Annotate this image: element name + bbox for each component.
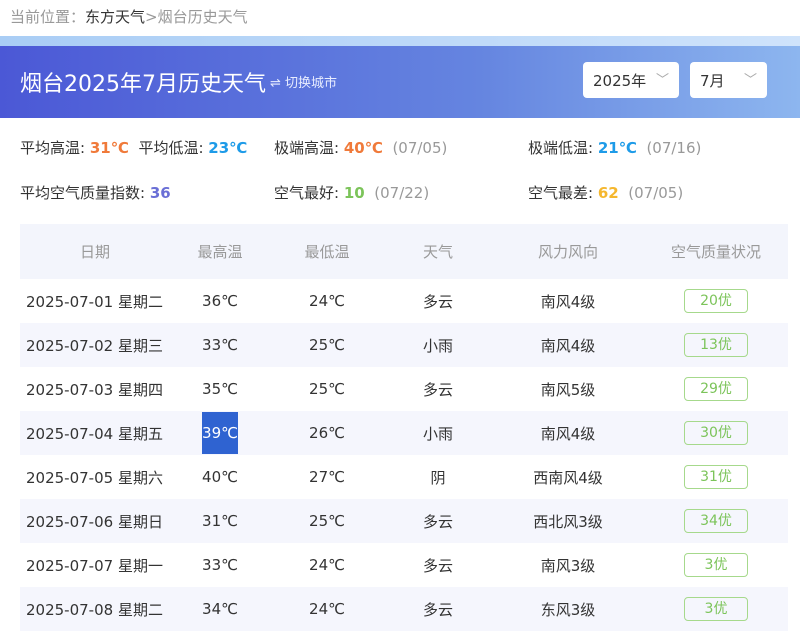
weather-cell: 阴: [384, 455, 492, 499]
low-temp-cell: 24℃: [270, 587, 384, 631]
weather-cell: 多云: [384, 279, 492, 323]
table-row: 2025-07-05 星期六40℃27℃阴西南风4级 31优: [20, 455, 788, 499]
table-row: 2025-07-04 星期五 39℃ 26℃小雨南风4级 30优: [20, 411, 788, 455]
column-header: 天气: [384, 224, 492, 279]
aqi-badge: 30优: [684, 421, 748, 445]
weather-cell: 多云: [384, 543, 492, 587]
table-row: 2025-07-06 星期日31℃25℃多云西北风3级 34优: [20, 499, 788, 543]
column-header: 日期: [20, 224, 170, 279]
table-row: 2025-07-01 星期二36℃24℃多云南风4级 20优: [20, 279, 788, 323]
aqi-cell: 29优: [644, 367, 788, 411]
wind-cell: 东风3级: [492, 587, 644, 631]
aqi-badge: 20优: [684, 289, 748, 313]
low-temp-cell: 26℃: [270, 411, 384, 455]
aqi-cell: 3优: [644, 587, 788, 631]
low-temp-cell: 25℃: [270, 499, 384, 543]
stat-avg-temp: 平均高温: 31℃ 平均低温: 23℃: [20, 137, 247, 158]
wind-cell: 西南风4级: [492, 455, 644, 499]
date-cell: 2025-07-04 星期五: [20, 411, 170, 455]
low-temp-cell: 25℃: [270, 323, 384, 367]
breadcrumb-home-link[interactable]: 东方天气: [85, 8, 145, 26]
aqi-badge: 34优: [684, 509, 748, 533]
weather-cell: 多云: [384, 499, 492, 543]
wind-cell: 南风4级: [492, 323, 644, 367]
high-temp-cell: 31℃: [170, 499, 270, 543]
high-temp-cell: 33℃: [170, 543, 270, 587]
column-header: 最低温: [270, 224, 384, 279]
chevron-down-icon: ﹀: [656, 69, 669, 88]
breadcrumb-separator: >: [145, 8, 158, 26]
aqi-cell: 31优: [644, 455, 788, 499]
weather-cell: 小雨: [384, 411, 492, 455]
wind-cell: 西北风3级: [492, 499, 644, 543]
date-cell: 2025-07-05 星期六: [20, 455, 170, 499]
wind-cell: 南风5级: [492, 367, 644, 411]
column-header: 风力风向: [492, 224, 644, 279]
page-banner: 烟台2025年7月历史天气 ⇌ 切换城市 2025年 ﹀ 7月 ﹀: [0, 46, 800, 118]
wind-cell: 南风4级: [492, 279, 644, 323]
table-row: 2025-07-02 星期三33℃25℃小雨南风4级 13优: [20, 323, 788, 367]
high-temp-cell: 36℃: [170, 279, 270, 323]
chevron-down-icon: ﹀: [744, 69, 757, 88]
stat-min-temp: 极端低温: 21℃ (07/16): [528, 137, 701, 158]
weather-cell: 多云: [384, 587, 492, 631]
decor-strip: [0, 36, 800, 46]
aqi-badge: 3优: [684, 597, 748, 621]
table-row: 2025-07-03 星期四35℃25℃多云南风5级 29优: [20, 367, 788, 411]
stat-avg-aqi: 平均空气质量指数: 36: [20, 182, 171, 203]
selected-text: 39℃: [202, 412, 238, 454]
low-temp-cell: 27℃: [270, 455, 384, 499]
column-header: 空气质量状况: [644, 224, 788, 279]
stat-max-temp: 极端高温: 40℃ (07/05): [274, 137, 447, 158]
column-header: 最高温: [170, 224, 270, 279]
history-table: 日期最高温最低温天气风力风向空气质量状况 2025-07-01 星期二36℃24…: [20, 224, 788, 631]
month-value: 7月: [700, 72, 725, 90]
stat-worst-air: 空气最差: 62 (07/05): [528, 182, 683, 203]
table-row: 2025-07-08 星期二34℃24℃多云东风3级 3优: [20, 587, 788, 631]
high-temp-cell: 33℃: [170, 323, 270, 367]
aqi-badge: 29优: [684, 377, 748, 401]
wind-cell: 南风4级: [492, 411, 644, 455]
table-row: 2025-07-07 星期一33℃24℃多云南风3级 3优: [20, 543, 788, 587]
aqi-cell: 3优: [644, 543, 788, 587]
aqi-cell: 34优: [644, 499, 788, 543]
high-temp-cell: 34℃: [170, 587, 270, 631]
wind-cell: 南风3级: [492, 543, 644, 587]
year-value: 2025年: [593, 72, 646, 90]
stat-best-air: 空气最好: 10 (07/22): [274, 182, 429, 203]
weather-cell: 多云: [384, 367, 492, 411]
page-title: 烟台2025年7月历史天气: [20, 66, 266, 98]
high-temp-cell: 39℃: [170, 411, 270, 455]
breadcrumb-label: 当前位置：: [10, 8, 85, 26]
date-cell: 2025-07-01 星期二: [20, 279, 170, 323]
date-cell: 2025-07-08 星期二: [20, 587, 170, 631]
aqi-badge: 31优: [684, 465, 748, 489]
high-temp-cell: 35℃: [170, 367, 270, 411]
date-cell: 2025-07-02 星期三: [20, 323, 170, 367]
switch-city-link[interactable]: ⇌ 切换城市: [270, 72, 337, 91]
breadcrumb-current: 烟台历史天气: [158, 8, 248, 26]
aqi-cell: 30优: [644, 411, 788, 455]
weather-cell: 小雨: [384, 323, 492, 367]
aqi-cell: 20优: [644, 279, 788, 323]
date-cell: 2025-07-07 星期一: [20, 543, 170, 587]
low-temp-cell: 24℃: [270, 279, 384, 323]
high-temp-cell: 40℃: [170, 455, 270, 499]
aqi-cell: 13优: [644, 323, 788, 367]
aqi-badge: 13优: [684, 333, 748, 357]
breadcrumb: 当前位置：东方天气>烟台历史天气: [10, 6, 248, 27]
year-select[interactable]: 2025年 ﹀: [583, 62, 679, 98]
low-temp-cell: 24℃: [270, 543, 384, 587]
low-temp-cell: 25℃: [270, 367, 384, 411]
date-cell: 2025-07-06 星期日: [20, 499, 170, 543]
aqi-badge: 3优: [684, 553, 748, 577]
date-cell: 2025-07-03 星期四: [20, 367, 170, 411]
month-select[interactable]: 7月 ﹀: [690, 62, 767, 98]
